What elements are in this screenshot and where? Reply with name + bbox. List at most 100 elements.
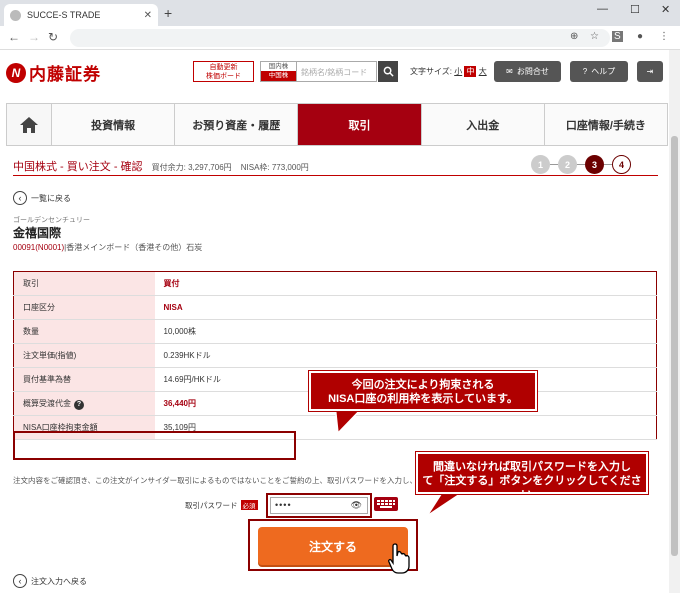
- row-label: 買付基準為替: [13, 367, 155, 392]
- browser-tab[interactable]: SUCCE-S TRADE ✕: [4, 4, 158, 26]
- font-mid-button[interactable]: 中: [464, 66, 477, 77]
- keyboard-icon[interactable]: [374, 497, 398, 511]
- step-2: 2: [558, 155, 577, 174]
- search-button[interactable]: [378, 61, 398, 82]
- question-icon[interactable]: ?: [74, 399, 84, 410]
- help-button[interactable]: ? ヘルプ: [570, 61, 628, 82]
- chevron-left-icon: ‹: [13, 191, 27, 205]
- chevron-left-icon: ‹: [13, 574, 27, 588]
- place-order-button[interactable]: 注文する: [258, 527, 408, 565]
- reload-icon[interactable]: ↻: [48, 30, 58, 44]
- callout-2-line-1: 間違いなければ取引パスワードを入力し: [433, 461, 631, 473]
- scrollbar-thumb[interactable]: [671, 136, 678, 556]
- table-row: 口座区分 NISA: [13, 295, 657, 320]
- market-china[interactable]: 中国株: [261, 71, 296, 81]
- row-label: 概算受渡代金?: [13, 391, 155, 416]
- help-label: ヘルプ: [591, 67, 616, 76]
- nisa-limit: NISA枠: 773,000円: [240, 163, 309, 172]
- favicon-icon: [10, 9, 21, 21]
- menu-icon[interactable]: ⋮: [659, 31, 669, 42]
- nav-item-account[interactable]: 口座情報/手続き: [544, 104, 668, 145]
- hand-cursor-icon: [388, 543, 410, 574]
- password-highlight-box: •••• 👁: [266, 493, 372, 518]
- close-tab-icon[interactable]: ✕: [144, 10, 152, 21]
- site-logo[interactable]: N 内藤証券: [6, 60, 101, 85]
- main-nav: 投資情報 お預り資産・履歴 取引 入出金 口座情報/手続き: [6, 103, 668, 146]
- address-bar[interactable]: [70, 29, 610, 47]
- row-label: 口座区分: [13, 295, 155, 320]
- new-tab-icon[interactable]: +: [164, 5, 172, 21]
- mail-icon: ✉: [506, 67, 513, 76]
- logout-icon: ⇥: [646, 67, 654, 76]
- font-large-button[interactable]: 大: [479, 67, 487, 76]
- insider-notice: 注文内容をご確認頂き、この注文がインサイダー取引によるものではないことをご誓約の…: [13, 476, 417, 485]
- password-value: ••••: [275, 500, 292, 510]
- back-to-order-input-link[interactable]: ‹ 注文入力へ戻る: [13, 574, 87, 588]
- auto-update-board-button[interactable]: 自動更新 株価ボード: [193, 61, 254, 82]
- callout-1-line-1: 今回の注文により拘束される: [351, 379, 495, 391]
- step-indicator: 1 2 3 4: [531, 155, 631, 174]
- callout-password-note: 間違いなければ取引パスワードを入力し て「注文する」ボタンをクリックしてください…: [415, 451, 649, 501]
- logo-text: 内藤証券: [29, 65, 101, 84]
- logo-mark-icon: N: [6, 62, 26, 83]
- maximize-icon[interactable]: ☐: [630, 3, 640, 16]
- nav-item-trade[interactable]: 取引: [298, 104, 422, 145]
- nav-item-investment-info[interactable]: 投資情報: [52, 104, 176, 145]
- page-title-text: 中国株式 - 買い注文 - 確認: [13, 161, 143, 173]
- market-domestic[interactable]: 国内株: [261, 62, 296, 71]
- password-label: 取引パスワード 必須: [185, 500, 258, 511]
- back-to-order-input-label: 注文入力へ戻る: [31, 576, 87, 586]
- browser-tabbar: SUCCE-S TRADE ✕ + — ☐ ✕: [0, 0, 680, 26]
- stock-code[interactable]: 00091(N0001): [13, 243, 64, 252]
- contact-button[interactable]: ✉ お問合せ: [494, 61, 561, 82]
- nisa-highlight-box: [13, 431, 296, 460]
- back-to-list-label: 一覧に戻る: [31, 193, 71, 203]
- eye-icon[interactable]: 👁: [351, 500, 363, 511]
- back-icon[interactable]: ←: [8, 30, 20, 44]
- stock-market: |香港メインボード（香港その他）石炭: [64, 243, 203, 252]
- font-small-button[interactable]: 小: [454, 67, 462, 76]
- help-icon: ?: [582, 67, 588, 76]
- home-icon: [20, 116, 38, 133]
- close-window-icon[interactable]: ✕: [661, 3, 670, 16]
- step-1: 1: [531, 155, 550, 174]
- contact-label: お問合せ: [516, 67, 549, 76]
- account-icon[interactable]: ●: [637, 31, 643, 42]
- browser-toolbar: ← → ↻ ⊕ ☆ S ● ⋮: [0, 26, 680, 50]
- callout-nisa-note: 今回の注文により拘束される NISA口座の利用枠を表示しています。: [308, 370, 538, 412]
- minimize-icon[interactable]: —: [597, 3, 608, 15]
- row-value: 買付: [154, 271, 657, 296]
- step-4: 4: [612, 155, 631, 174]
- row-label: 取引: [13, 271, 155, 296]
- required-badge: 必須: [240, 500, 258, 510]
- search-icon: [383, 66, 394, 77]
- home-button[interactable]: [7, 104, 52, 145]
- row-label: 数量: [13, 319, 155, 344]
- row-value: NISA: [154, 295, 657, 320]
- table-row: 注文単価(指値) 0.239HKドル: [13, 343, 657, 368]
- nav-item-deposit[interactable]: 入出金: [421, 104, 545, 145]
- table-row: 取引 買付: [13, 271, 657, 296]
- font-size-label: 文字サイズ:: [410, 67, 452, 76]
- callout-1-line-2: NISA口座の利用枠を表示しています。: [328, 393, 518, 405]
- stock-name: 金禧国際: [13, 226, 62, 240]
- bookmark-star-icon[interactable]: ☆: [590, 31, 599, 42]
- back-to-list-link[interactable]: ‹ 一覧に戻る: [13, 191, 71, 205]
- nav-item-assets[interactable]: お預り資産・履歴: [175, 104, 299, 145]
- row-value: 0.239HKドル: [154, 343, 657, 368]
- table-row: 数量 10,000株: [13, 319, 657, 344]
- password-input[interactable]: •••• 👁: [270, 497, 368, 514]
- logout-button[interactable]: ⇥: [637, 61, 663, 82]
- scrollbar[interactable]: [669, 50, 680, 593]
- stock-code-line: 00091(N0001)|香港メインボード（香港その他）石炭: [13, 242, 202, 253]
- row-label-text: 概算受渡代金: [23, 398, 71, 408]
- password-label-text: 取引パスワード: [185, 501, 238, 510]
- zoom-icon[interactable]: ⊕: [570, 31, 578, 42]
- market-selector[interactable]: 国内株 中国株: [260, 61, 297, 82]
- extension-icon[interactable]: S: [612, 31, 623, 42]
- search-input[interactable]: 銘柄名/銘柄コード: [297, 61, 377, 82]
- tab-title: SUCCE-S TRADE: [27, 10, 101, 20]
- forward-icon[interactable]: →: [28, 30, 40, 44]
- callout-2-line-2: て「注文する」ボタンをクリックしてください。: [422, 475, 642, 501]
- font-size-control: 文字サイズ: 小 中 大: [410, 66, 487, 77]
